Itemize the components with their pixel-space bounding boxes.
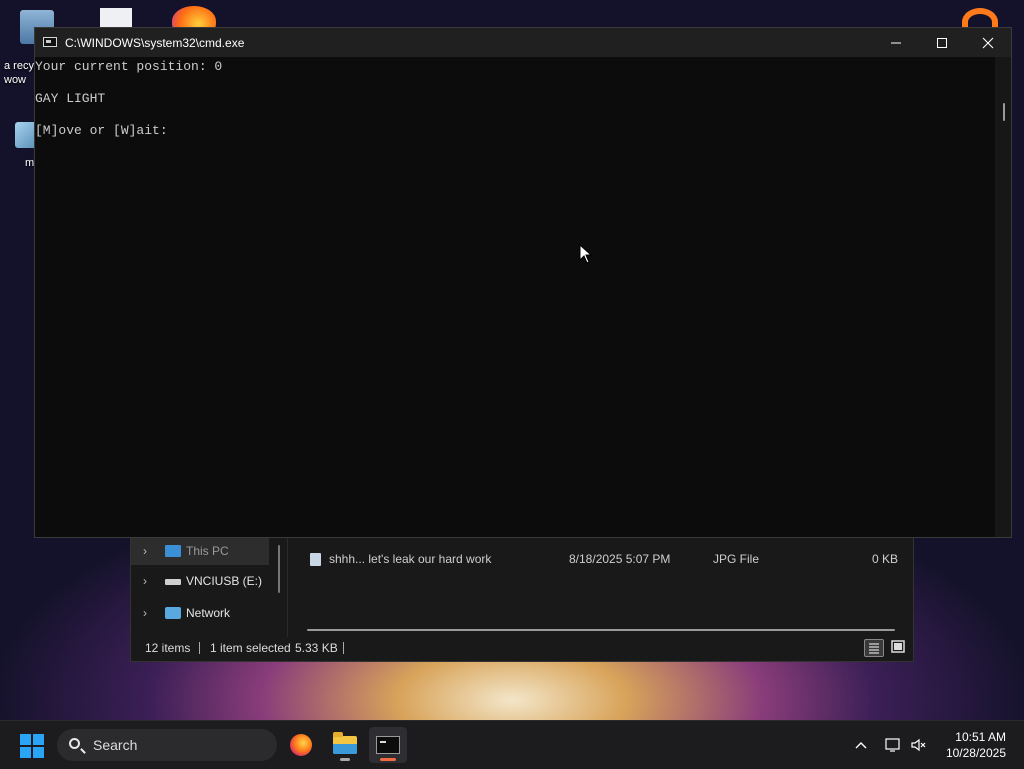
cmd-window[interactable]: C:\WINDOWS\system32\cmd.exe Your current… xyxy=(34,27,1012,538)
windows-logo-icon xyxy=(20,747,31,758)
show-hidden-icons-button[interactable] xyxy=(850,721,872,769)
drive-icon xyxy=(165,579,181,585)
horizontal-scrollbar[interactable] xyxy=(307,629,895,631)
file-explorer-icon xyxy=(333,732,357,754)
nav-scrollbar[interactable] xyxy=(278,545,280,593)
windows-logo-icon xyxy=(20,734,31,745)
speaker-muted-icon xyxy=(911,738,926,752)
taskbar-file-explorer[interactable] xyxy=(326,727,364,763)
clock-time: 10:51 AM xyxy=(955,730,1006,744)
search-label: Search xyxy=(93,737,138,753)
selection-count: 1 item selected xyxy=(210,641,291,655)
status-separator xyxy=(343,642,344,654)
desktop-icon-label: a recy xyxy=(4,60,34,72)
desktop-icon-label: wow xyxy=(4,74,27,86)
cmd-app-icon[interactable] xyxy=(43,37,57,47)
chevron-right-icon[interactable]: › xyxy=(143,544,153,558)
windows-logo-icon xyxy=(33,734,44,745)
running-indicator xyxy=(340,758,350,761)
active-indicator xyxy=(380,758,396,761)
windows-logo-icon xyxy=(33,747,44,758)
taskbar-terminal[interactable] xyxy=(369,727,407,763)
nav-item-label: VNCIUSB (E:) xyxy=(186,574,263,588)
vertical-scrollbar[interactable] xyxy=(995,57,1011,537)
console-line: Your current position: 0 xyxy=(35,59,223,74)
file-type: JPG File xyxy=(713,552,760,566)
mouse-pointer-icon xyxy=(579,244,593,264)
console-prompt[interactable]: [M]ove or [W]ait: xyxy=(35,123,168,138)
clock-date: 10/28/2025 xyxy=(945,746,1006,760)
console-line: GAY LIGHT xyxy=(35,91,106,106)
nav-item-network[interactable]: › Network xyxy=(131,599,269,627)
selection-size: 5.33 KB xyxy=(295,641,338,655)
status-bar: 12 items 1 item selected 5.33 KB xyxy=(131,635,913,661)
console-output[interactable]: Your current position: 0 GAY LIGHT [M]ov… xyxy=(35,57,995,537)
file-date-modified: 8/18/2025 5:07 PM xyxy=(569,552,671,566)
nav-item-label: This PC xyxy=(186,544,229,558)
search-box[interactable]: Search xyxy=(57,729,277,761)
nav-item-this-pc[interactable]: › This PC xyxy=(131,537,269,565)
file-explorer-window: › This PC › VNCIUSB (E:) › Network shhh.… xyxy=(130,536,914,662)
close-button[interactable] xyxy=(965,28,1011,57)
taskbar-firefox[interactable] xyxy=(282,727,320,763)
status-separator xyxy=(199,642,200,654)
navigation-pane: › This PC › VNCIUSB (E:) › Network xyxy=(131,537,281,637)
chevron-right-icon[interactable]: › xyxy=(143,606,153,620)
item-count: 12 items xyxy=(145,641,191,655)
computer-icon xyxy=(165,545,181,557)
cmd-title-bar[interactable]: C:\WINDOWS\system32\cmd.exe xyxy=(35,28,1011,57)
pane-divider[interactable] xyxy=(287,537,288,637)
window-title: C:\WINDOWS\system32\cmd.exe xyxy=(65,36,245,50)
search-icon xyxy=(69,738,80,749)
firefox-icon xyxy=(290,734,312,756)
scrollbar-thumb[interactable] xyxy=(1003,103,1005,121)
monitor-icon xyxy=(885,738,900,752)
file-name: shhh... let's leak our hard work xyxy=(329,552,492,566)
file-list-row[interactable]: shhh... let's leak our hard work 8/18/20… xyxy=(303,549,905,569)
display-icon-button[interactable] xyxy=(882,721,904,769)
details-view-button[interactable] xyxy=(864,639,884,657)
image-file-icon xyxy=(310,552,321,566)
desktop-icon-label: m xyxy=(25,157,35,169)
maximize-button[interactable] xyxy=(919,28,965,57)
chevron-up-icon xyxy=(855,742,867,749)
nav-item-label: Network xyxy=(186,606,231,620)
network-icon xyxy=(165,607,181,619)
volume-button[interactable] xyxy=(908,721,930,769)
minimize-button[interactable] xyxy=(873,28,919,57)
start-button[interactable] xyxy=(20,734,44,758)
large-icons-view-button[interactable] xyxy=(889,639,909,657)
file-size: 0 KB xyxy=(871,552,898,566)
clock[interactable]: 10:51 AM 10/28/2025 xyxy=(946,729,1006,761)
nav-item-usb-drive[interactable]: › VNCIUSB (E:) xyxy=(131,567,269,595)
terminal-icon xyxy=(376,736,400,754)
taskbar: Search 10:51 AM 10/28/2025 xyxy=(0,720,1024,769)
chevron-right-icon[interactable]: › xyxy=(143,574,153,588)
